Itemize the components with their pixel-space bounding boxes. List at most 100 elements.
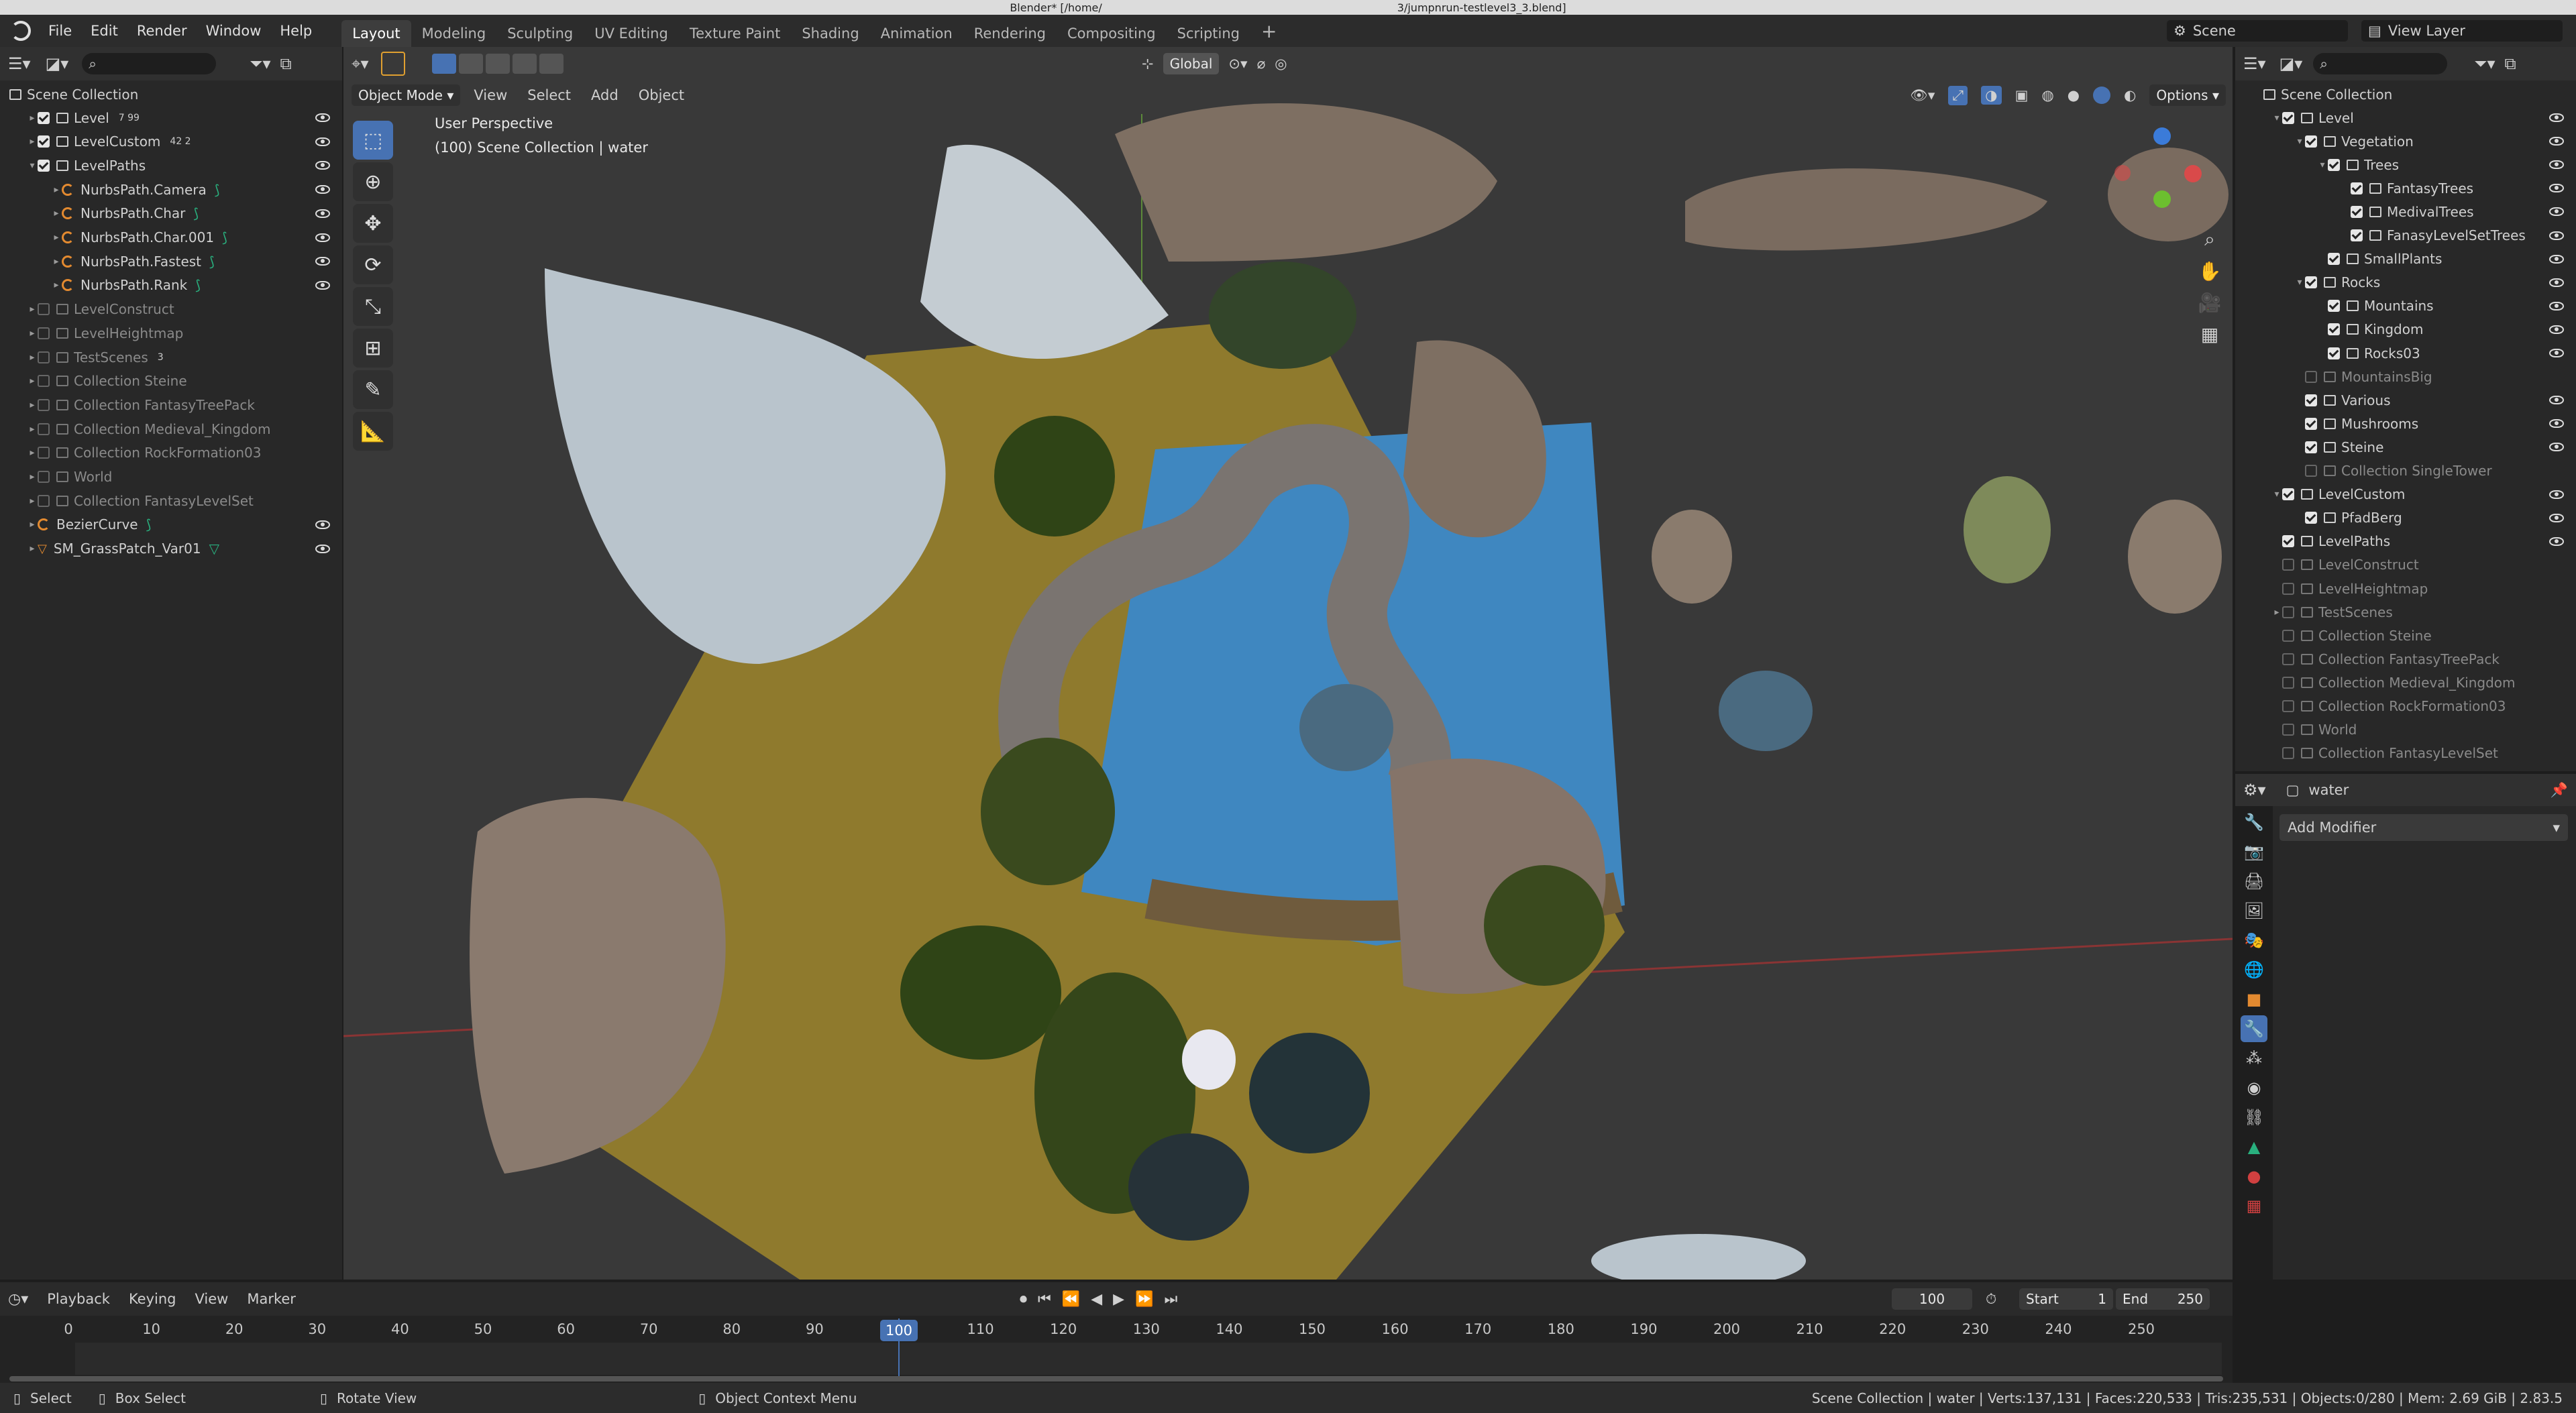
visibility-eye-icon[interactable] (315, 161, 330, 170)
expand-toggle-icon[interactable]: ▸ (51, 232, 62, 243)
render-tab-icon[interactable]: 📷 (2241, 838, 2267, 865)
exclude-checkbox[interactable] (2305, 370, 2317, 383)
stopwatch-icon[interactable]: ⏱ (1986, 1291, 1996, 1308)
timeline-menu-marker[interactable]: Marker (247, 1291, 296, 1307)
visibility-eye-icon[interactable] (2549, 278, 2564, 287)
outliner-row[interactable]: ▸ Collection Medieval_Kingdom (27, 417, 342, 441)
rotate-tool-icon[interactable]: ⟳ (353, 245, 393, 284)
outliner-row[interactable]: ▸ World (27, 465, 342, 489)
visibility-eye-icon[interactable] (2549, 113, 2564, 122)
menu-render[interactable]: Render (127, 23, 197, 39)
visibility-eye-icon[interactable] (315, 257, 330, 266)
outliner-row[interactable]: Kingdom (2317, 318, 2576, 341)
exclude-checkbox[interactable] (2305, 441, 2317, 453)
playhead-frame-label[interactable]: 100 (880, 1320, 918, 1341)
texture-tab-icon[interactable]: ▦ (2241, 1192, 2267, 1219)
outliner-row[interactable]: Various (2294, 388, 2576, 412)
exclude-checkbox[interactable] (2305, 465, 2317, 477)
filter-icon[interactable]: ⏷▾ (250, 54, 270, 73)
exclude-checkbox[interactable] (2282, 629, 2294, 642)
exclude-checkbox[interactable] (2351, 182, 2363, 194)
visibility-eye-icon[interactable] (2549, 137, 2564, 146)
transform-tool-icon[interactable]: ⊞ (353, 329, 393, 368)
tab-compositing[interactable]: Compositing (1057, 20, 1167, 47)
outliner-row[interactable]: World (2271, 718, 2576, 742)
scene-collection-root[interactable]: Scene Collection (9, 82, 138, 106)
exclude-checkbox[interactable] (38, 494, 50, 507)
expand-toggle-icon[interactable]: ▸ (51, 208, 62, 219)
outliner-row[interactable]: Mushrooms (2294, 412, 2576, 435)
measure-tool-icon[interactable]: 📐 (353, 412, 393, 451)
visibility-eye-icon[interactable] (2549, 536, 2564, 546)
display-mode-icon[interactable]: ◪▾ (46, 54, 69, 73)
visibility-eye-icon[interactable] (2549, 325, 2564, 334)
outliner-row[interactable]: PfadBerg (2294, 506, 2576, 530)
exclude-checkbox[interactable] (2351, 205, 2363, 218)
outliner-row[interactable]: ▸ LevelConstruct (27, 298, 342, 321)
outliner-row[interactable]: Collection FantasyLevelSet (2271, 742, 2576, 765)
outliner-row[interactable]: ▸ ▽ SM_GrassPatch_Var01 ▽ (27, 537, 342, 561)
visibility-eye-icon[interactable] (315, 113, 330, 122)
scene-selector[interactable]: ⚙ Scene (2167, 20, 2348, 42)
outliner-row[interactable]: Collection SingleTower (2294, 459, 2576, 483)
modifier-tab-icon[interactable]: 🔧 (2241, 1015, 2267, 1042)
editor-type-icon[interactable]: ☰▾ (8, 54, 31, 73)
y-axis-icon[interactable] (2153, 190, 2171, 208)
timeline-scrollbar[interactable] (9, 1376, 2223, 1381)
data-tab-icon[interactable]: ▲ (2241, 1133, 2267, 1160)
record-icon[interactable]: ⏺ (1020, 1291, 1027, 1308)
select-tool-icon[interactable]: ⬚ (353, 121, 393, 160)
exclude-checkbox[interactable] (38, 327, 50, 339)
exclude-checkbox[interactable] (38, 447, 50, 459)
menu-window[interactable]: Window (197, 23, 271, 39)
outliner-row[interactable]: ▸ Collection RockFormation03 (27, 441, 342, 465)
new-collection-icon[interactable]: ⧉ (2505, 54, 2516, 73)
expand-toggle-icon[interactable]: ▸ (27, 352, 38, 363)
exclude-checkbox[interactable] (38, 135, 50, 148)
menu-help[interactable]: Help (270, 23, 321, 39)
neg-x-axis-icon[interactable] (2114, 165, 2131, 181)
exclude-checkbox[interactable] (2328, 300, 2340, 313)
outliner-row[interactable]: Collection Steine (2271, 624, 2576, 647)
expand-toggle-icon[interactable]: ▾ (2294, 136, 2305, 147)
expand-toggle-icon[interactable]: ▾ (2271, 489, 2282, 500)
world-tab-icon[interactable]: 🌐 (2241, 956, 2267, 983)
pin-icon[interactable]: 📌 (2551, 782, 2568, 799)
exclude-checkbox[interactable] (38, 351, 50, 363)
exclude-checkbox[interactable] (2305, 135, 2317, 148)
outliner-row[interactable]: ▾ LevelPaths (27, 154, 342, 177)
editor-type-icon[interactable]: ☰▾ (2243, 54, 2266, 73)
expand-toggle-icon[interactable]: ▸ (27, 424, 38, 435)
x-axis-icon[interactable] (2184, 165, 2202, 182)
expand-toggle-icon[interactable]: ▸ (51, 280, 62, 290)
exclude-checkbox[interactable] (2282, 747, 2294, 760)
expand-toggle-icon[interactable]: ▾ (2294, 277, 2305, 288)
output-tab-icon[interactable]: 🖨 (2241, 868, 2267, 895)
new-collection-icon[interactable]: ⧉ (280, 54, 292, 73)
menu-file[interactable]: File (39, 23, 81, 39)
exclude-checkbox[interactable] (2328, 323, 2340, 336)
material-tab-icon[interactable]: ● (2241, 1163, 2267, 1190)
outliner-row[interactable]: MedivalTrees (2340, 200, 2576, 223)
outliner-row[interactable]: LevelHeightmap (2271, 577, 2576, 600)
editor-type-icon[interactable]: ◷▾ (8, 1291, 28, 1308)
expand-toggle-icon[interactable]: ▸ (2271, 607, 2282, 618)
outliner-row[interactable]: ▾ Rocks (2294, 271, 2576, 294)
exclude-checkbox[interactable] (2282, 111, 2294, 124)
visibility-eye-icon[interactable] (2549, 513, 2564, 522)
visibility-eye-icon[interactable] (315, 280, 330, 290)
exclude-checkbox[interactable] (2328, 347, 2340, 359)
visibility-eye-icon[interactable] (315, 233, 330, 242)
exclude-checkbox[interactable] (2305, 512, 2317, 524)
exclude-checkbox[interactable] (2282, 559, 2294, 571)
visibility-eye-icon[interactable] (2549, 160, 2564, 170)
play-icon[interactable]: ▶ (1113, 1291, 1124, 1308)
exclude-checkbox[interactable] (2282, 488, 2294, 501)
expand-toggle-icon[interactable]: ▸ (27, 113, 38, 123)
outliner-row[interactable]: ▸ Collection FantasyTreePack (27, 393, 342, 416)
zoom-icon[interactable]: ⌕ (2204, 228, 2215, 251)
outliner-row[interactable]: Rocks03 (2317, 341, 2576, 365)
camera-icon[interactable]: 🎥 (2198, 292, 2222, 314)
outliner-row[interactable]: ▸ BezierCurve ⟆ (27, 513, 342, 536)
tab-shading[interactable]: Shading (791, 20, 869, 47)
